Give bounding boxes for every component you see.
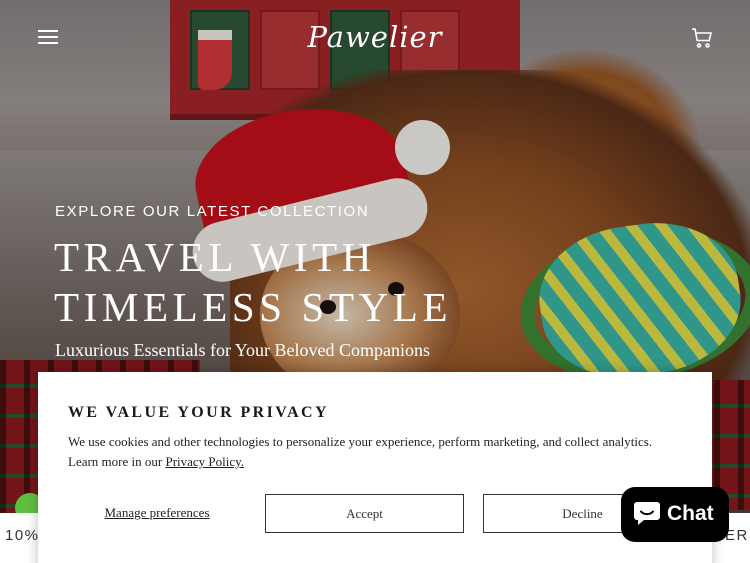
chat-bubble-icon — [634, 502, 660, 525]
menu-bar — [38, 30, 58, 32]
privacy-banner: WE VALUE YOUR PRIVACY We use cookies and… — [38, 372, 712, 563]
hero-eyebrow: EXPLORE OUR LATEST COLLECTION — [55, 203, 370, 220]
menu-bar — [38, 42, 58, 44]
site-logo[interactable]: Pawelier — [300, 20, 450, 54]
hero-headline: TRAVEL WITH TIMELESS STYLE — [54, 232, 452, 332]
headline-line-2: TIMELESS STYLE — [54, 284, 453, 330]
chat-label: Chat — [667, 502, 714, 525]
hero-subline: Luxurious Essentials for Your Beloved Co… — [55, 340, 430, 360]
menu-bar — [38, 36, 58, 38]
ticker-text-left: 10% — [5, 527, 40, 544]
headline-line-1: TRAVEL WITH — [54, 234, 377, 280]
privacy-text: We use cookies and other technologies to… — [68, 432, 683, 472]
privacy-description: We use cookies and other technologies to… — [68, 434, 653, 469]
chat-button[interactable]: Chat — [621, 487, 729, 542]
accept-button[interactable]: Accept — [265, 494, 464, 533]
privacy-policy-link[interactable]: Privacy Policy. — [165, 454, 244, 469]
manage-preferences-button[interactable]: Manage preferences — [68, 494, 246, 532]
privacy-title: WE VALUE YOUR PRIVACY — [68, 404, 329, 421]
shopping-cart-icon[interactable] — [690, 26, 714, 50]
hamburger-menu-icon[interactable] — [38, 30, 60, 46]
